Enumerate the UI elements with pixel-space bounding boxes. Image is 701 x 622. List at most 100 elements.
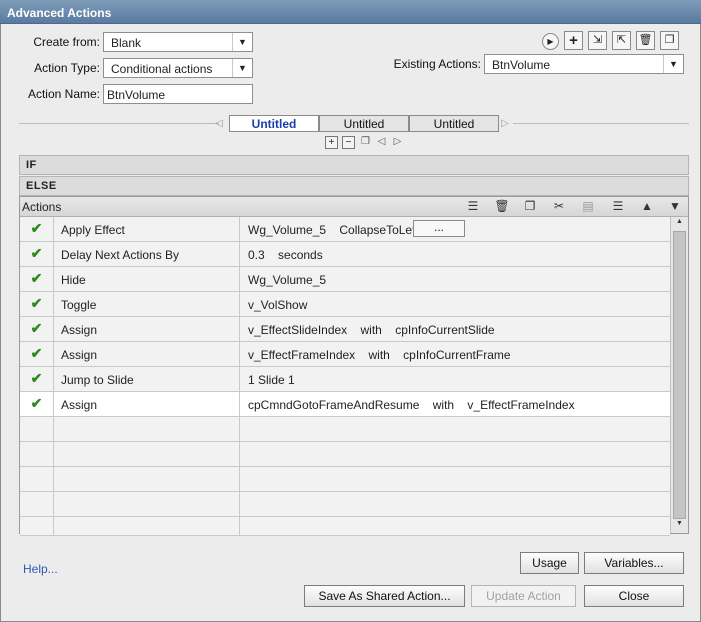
target-cell[interactable]: 0.3 seconds <box>240 242 670 266</box>
scroll-down-icon[interactable]: ▼ <box>671 520 688 532</box>
create-from-value: Blank <box>111 36 142 50</box>
insert-below-icon[interactable]: ☰ <box>609 199 627 214</box>
check-icon: ✔ <box>20 292 54 316</box>
table-row[interactable]: ✔ Hide Wg_Volume_5 <box>20 267 670 292</box>
insert-row-icon[interactable]: ☰ <box>464 199 482 214</box>
close-button[interactable]: Close <box>584 585 684 607</box>
empty-cell <box>20 517 54 535</box>
move-down-icon[interactable]: ▼ <box>666 199 684 214</box>
existing-actions-label: Existing Actions: <box>393 57 481 71</box>
else-section[interactable]: ELSE <box>19 176 689 196</box>
action-type-value: Conditional actions <box>111 62 213 76</box>
export-icon[interactable]: ⇱ <box>612 31 631 50</box>
action-cell[interactable]: Assign <box>54 317 240 341</box>
table-row[interactable]: ✔ Toggle v_VolShow <box>20 292 670 317</box>
empty-row[interactable] <box>20 517 670 536</box>
action-cell[interactable]: Assign <box>54 392 240 416</box>
usage-button[interactable]: Usage <box>520 552 579 574</box>
chevron-down-icon: ▼ <box>232 33 252 51</box>
target-cell[interactable]: v_EffectFrameIndex with cpInfoCurrentFra… <box>240 342 670 366</box>
remove-condition-icon[interactable]: − <box>342 136 355 149</box>
table-row[interactable]: ✔ Assign v_EffectSlideIndex with cpInfoC… <box>20 317 670 342</box>
chevron-down-icon: ▼ <box>232 59 252 77</box>
empty-row[interactable] <box>20 417 670 442</box>
create-from-dropdown[interactable]: Blank ▼ <box>103 32 253 52</box>
empty-row[interactable] <box>20 492 670 517</box>
table-row[interactable]: ✔ Assign v_EffectFrameIndex with cpInfoC… <box>20 342 670 367</box>
scroll-up-icon[interactable]: ▲ <box>671 218 688 230</box>
add-condition-icon[interactable]: + <box>325 136 338 149</box>
import-icon[interactable]: ⇲ <box>588 31 607 50</box>
table-row-selected[interactable]: ✔ Assign cpCmndGotoFrameAndResume with v… <box>20 392 670 417</box>
help-link[interactable]: Help... <box>23 562 58 576</box>
action-cell[interactable]: Jump to Slide <box>54 367 240 391</box>
empty-cell <box>20 467 54 491</box>
check-icon: ✔ <box>20 392 54 416</box>
table-row[interactable]: ✔ Jump to Slide 1 Slide 1 <box>20 367 670 392</box>
check-icon: ✔ <box>20 267 54 291</box>
empty-cell <box>54 517 240 535</box>
tab-scroll-right-icon: ▷ <box>501 118 509 129</box>
target-cell[interactable]: v_VolShow <box>240 292 670 316</box>
variables-button[interactable]: Variables... <box>584 552 684 574</box>
empty-cell <box>20 442 54 466</box>
vertical-scrollbar[interactable]: ▲ ▼ <box>670 217 688 533</box>
empty-row[interactable] <box>20 467 670 492</box>
check-icon: ✔ <box>20 367 54 391</box>
action-type-label: Action Type: <box>34 61 100 75</box>
scrollbar-thumb[interactable] <box>673 231 686 519</box>
target-cell[interactable]: v_EffectSlideIndex with cpInfoCurrentSli… <box>240 317 670 341</box>
move-up-icon[interactable]: ▲ <box>638 199 656 214</box>
action-type-dropdown[interactable]: Conditional actions ▼ <box>103 58 253 78</box>
window-title: Advanced Actions <box>0 0 701 24</box>
target-cell[interactable]: cpCmndGotoFrameAndResume with v_EffectFr… <box>240 392 670 416</box>
if-section[interactable]: IF <box>19 155 689 175</box>
empty-row[interactable] <box>20 442 670 467</box>
existing-actions-dropdown[interactable]: BtnVolume ▼ <box>484 54 684 74</box>
duplicate-condition-icon[interactable]: ❐ <box>359 136 372 149</box>
tab-untitled-3[interactable]: Untitled <box>409 115 499 132</box>
target-cell[interactable]: 1 Slide 1 <box>240 367 670 391</box>
actions-header-label: Actions <box>22 200 62 214</box>
table-row[interactable]: ✔ Delay Next Actions By 0.3 seconds <box>20 242 670 267</box>
table-row[interactable]: ✔ Apply Effect Wg_Volume_5 CollapseToLef… <box>20 217 670 242</box>
effect-options-button[interactable]: ... <box>413 220 465 237</box>
action-name-input[interactable]: BtnVolume <box>103 84 253 104</box>
actions-panel: Actions ☰ 🗑 ❐ ✂ ▤ ☰ ▲ ▼ ✔ Apply Effect W… <box>19 196 689 536</box>
move-left-icon[interactable]: ◁ <box>375 136 388 149</box>
check-icon: ✔ <box>20 317 54 341</box>
check-icon: ✔ <box>20 217 54 241</box>
action-cell[interactable]: Assign <box>54 342 240 366</box>
update-action-button[interactable]: Update Action <box>471 585 576 607</box>
action-name-label: Action Name: <box>27 87 100 101</box>
delete-icon[interactable]: 🗑 <box>636 31 655 50</box>
play-icon[interactable]: ▶ <box>542 33 559 50</box>
actions-header: Actions ☰ 🗑 ❐ ✂ ▤ ☰ ▲ ▼ <box>20 197 688 217</box>
copy-icon[interactable]: ❐ <box>521 199 539 214</box>
empty-cell <box>54 417 240 441</box>
action-cell[interactable]: Hide <box>54 267 240 291</box>
add-action-icon[interactable]: + <box>564 31 583 50</box>
save-as-shared-action-button[interactable]: Save As Shared Action... <box>304 585 465 607</box>
paste-icon[interactable]: ▤ <box>579 199 597 214</box>
actions-table: ✔ Apply Effect Wg_Volume_5 CollapseToLef… <box>20 217 670 536</box>
duplicate-icon[interactable]: ❐ <box>660 31 679 50</box>
empty-cell <box>20 492 54 516</box>
check-icon: ✔ <box>20 342 54 366</box>
empty-cell <box>54 442 240 466</box>
move-right-icon[interactable]: ▷ <box>391 136 404 149</box>
action-cell[interactable]: Delay Next Actions By <box>54 242 240 266</box>
action-cell[interactable]: Toggle <box>54 292 240 316</box>
tab-scroll-left-icon: ◁ <box>215 118 223 129</box>
create-from-label: Create from: <box>33 35 100 49</box>
check-icon: ✔ <box>20 242 54 266</box>
delete-icon[interactable]: 🗑 <box>493 199 511 214</box>
target-cell[interactable]: Wg_Volume_5 <box>240 267 670 291</box>
tab-untitled-2[interactable]: Untitled <box>319 115 409 132</box>
cut-icon[interactable]: ✂ <box>550 199 568 214</box>
chevron-down-icon: ▼ <box>663 55 683 73</box>
empty-cell <box>54 492 240 516</box>
action-cell[interactable]: Apply Effect <box>54 217 240 241</box>
existing-actions-value: BtnVolume <box>492 58 551 72</box>
tab-untitled-1[interactable]: Untitled <box>229 115 319 132</box>
